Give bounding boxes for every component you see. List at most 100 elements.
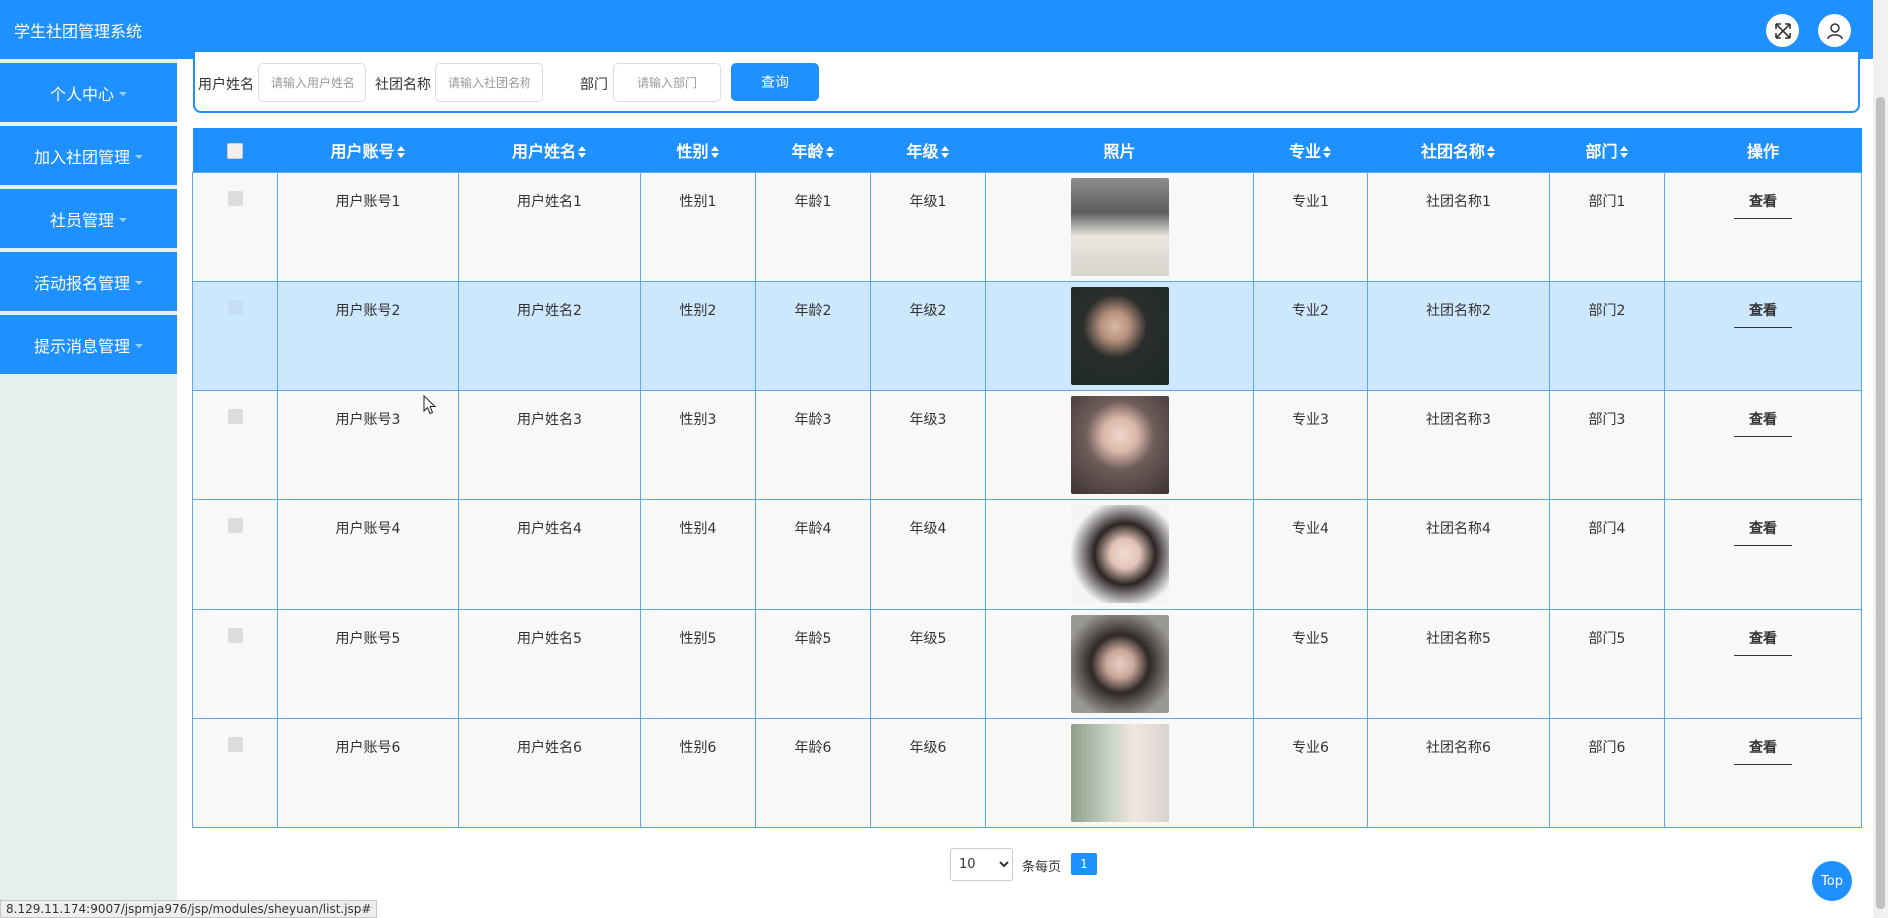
page-number-button[interactable]: 1 bbox=[1071, 853, 1097, 875]
sort-icon[interactable] bbox=[1322, 146, 1332, 159]
column-header-club[interactable]: 社团名称 bbox=[1368, 128, 1550, 172]
row-checkbox[interactable] bbox=[227, 627, 243, 643]
query-button[interactable]: 查询 bbox=[731, 63, 819, 101]
header-label: 年级 bbox=[906, 141, 939, 161]
sort-icon[interactable] bbox=[710, 146, 720, 159]
fullscreen-button[interactable] bbox=[1766, 14, 1799, 47]
header-label: 用户账号 bbox=[330, 141, 395, 161]
age-cell: 年龄1 bbox=[755, 171, 871, 282]
account-cell: 用户账号2 bbox=[277, 280, 459, 392]
view-button[interactable]: 查看 bbox=[1734, 409, 1792, 438]
user-button[interactable] bbox=[1818, 14, 1851, 47]
sidebar-item-personal-center[interactable]: 个人中心 bbox=[0, 63, 177, 122]
gender-cell: 性别1 bbox=[640, 171, 756, 282]
row-checkbox[interactable] bbox=[227, 518, 243, 534]
sort-icon[interactable] bbox=[940, 146, 950, 159]
mouse-cursor-icon bbox=[423, 395, 437, 415]
sort-icon[interactable] bbox=[577, 146, 587, 159]
table-row[interactable]: 用户账号4 用户姓名4 性别4 年龄4 年级4 专业4 社团名称4 部门4 查看 bbox=[192, 499, 1862, 610]
page-size-select[interactable]: 10 bbox=[950, 848, 1013, 881]
actions-cell: 查看 bbox=[1664, 171, 1862, 282]
view-button[interactable]: 查看 bbox=[1734, 518, 1792, 547]
actions-cell: 查看 bbox=[1664, 280, 1862, 392]
club-cell: 社团名称5 bbox=[1367, 608, 1550, 719]
major-cell: 专业4 bbox=[1253, 499, 1368, 610]
row-checkbox[interactable] bbox=[227, 736, 243, 752]
club-cell: 社团名称3 bbox=[1367, 390, 1550, 501]
table-header-row: 用户账号 用户姓名 性别 年龄 年级 照片 专业 社团名称 部门 操作 bbox=[192, 128, 1862, 172]
dept-cell: 部门2 bbox=[1549, 280, 1665, 392]
photo-cell bbox=[985, 390, 1254, 501]
scrollbar-thumb[interactable] bbox=[1876, 97, 1885, 909]
caret-down-icon bbox=[135, 154, 143, 159]
club-name-search-input[interactable] bbox=[435, 63, 543, 102]
major-cell: 专业1 bbox=[1253, 171, 1368, 282]
gender-cell: 性别3 bbox=[640, 390, 756, 501]
members-table: 用户账号 用户姓名 性别 年龄 年级 照片 专业 社团名称 部门 操作 用户账号… bbox=[192, 128, 1862, 829]
column-header-major[interactable]: 专业 bbox=[1254, 128, 1368, 172]
photo-cell bbox=[985, 171, 1254, 282]
caret-down-icon bbox=[119, 217, 127, 222]
sort-icon[interactable] bbox=[825, 146, 835, 159]
column-header-gender[interactable]: 性别 bbox=[641, 128, 756, 172]
account-cell: 用户账号6 bbox=[277, 717, 459, 829]
view-button[interactable]: 查看 bbox=[1734, 628, 1792, 656]
column-header-name[interactable]: 用户姓名 bbox=[459, 128, 641, 172]
view-button[interactable]: 查看 bbox=[1734, 737, 1792, 765]
account-cell: 用户账号4 bbox=[277, 499, 459, 610]
table-row[interactable]: 用户账号3 用户姓名3 性别3 年龄3 年级3 专业3 社团名称3 部门3 查看 bbox=[192, 390, 1862, 501]
member-photo bbox=[1070, 505, 1169, 604]
sidebar-item-activity-signup[interactable]: 活动报名管理 bbox=[0, 252, 177, 311]
column-header-dept[interactable]: 部门 bbox=[1550, 128, 1665, 172]
member-photo bbox=[1070, 177, 1169, 276]
account-cell: 用户账号5 bbox=[277, 608, 459, 719]
dept-label: 部门 bbox=[580, 77, 608, 93]
grade-cell: 年级1 bbox=[870, 171, 986, 282]
row-checkbox[interactable] bbox=[227, 409, 243, 425]
grade-cell: 年级4 bbox=[870, 499, 986, 610]
column-header-grade[interactable]: 年级 bbox=[871, 128, 986, 172]
sidebar-item-label: 加入社团管理 bbox=[33, 147, 130, 167]
column-header-age[interactable]: 年龄 bbox=[756, 128, 871, 172]
table-row[interactable]: 用户账号6 用户姓名6 性别6 年龄6 年级6 专业6 社团名称6 部门6 查看 bbox=[192, 717, 1862, 829]
page-scrollbar[interactable] bbox=[1873, 0, 1888, 918]
row-checkbox[interactable] bbox=[227, 190, 243, 206]
header-label: 操作 bbox=[1746, 141, 1779, 161]
actions-cell: 查看 bbox=[1664, 608, 1862, 719]
row-select-cell bbox=[192, 171, 278, 282]
major-cell: 专业6 bbox=[1253, 717, 1368, 829]
table-row[interactable]: 用户账号5 用户姓名5 性别5 年龄5 年级5 专业5 社团名称5 部门5 查看 bbox=[192, 608, 1862, 719]
sidebar: 个人中心 加入社团管理 社员管理 活动报名管理 提示消息管理 bbox=[0, 59, 177, 918]
age-cell: 年龄2 bbox=[755, 280, 871, 392]
age-cell: 年龄6 bbox=[755, 717, 871, 829]
sort-icon[interactable] bbox=[1486, 146, 1496, 159]
sort-icon[interactable] bbox=[1619, 146, 1629, 159]
status-bar-url: 8.129.11.174:9007/jspmja976/jsp/modules/… bbox=[0, 900, 378, 918]
select-all-checkbox[interactable] bbox=[227, 142, 243, 159]
column-header-account[interactable]: 用户账号 bbox=[278, 128, 459, 172]
username-label: 用户姓名 bbox=[198, 77, 254, 93]
account-cell: 用户账号1 bbox=[277, 171, 459, 282]
sidebar-item-members[interactable]: 社员管理 bbox=[0, 189, 177, 248]
table-row[interactable]: 用户账号1 用户姓名1 性别1 年龄1 年级1 专业1 社团名称1 部门1 查看 bbox=[192, 171, 1862, 282]
header-label: 年龄 bbox=[791, 141, 824, 161]
sidebar-item-join-club[interactable]: 加入社团管理 bbox=[0, 126, 177, 185]
username-search-input[interactable] bbox=[258, 63, 366, 102]
major-cell: 专业3 bbox=[1253, 390, 1368, 501]
sidebar-item-notifications[interactable]: 提示消息管理 bbox=[0, 315, 177, 374]
club-name-label: 社团名称 bbox=[375, 77, 431, 93]
grade-cell: 年级3 bbox=[870, 390, 986, 501]
gender-cell: 性别5 bbox=[640, 608, 756, 719]
actions-cell: 查看 bbox=[1664, 499, 1862, 610]
view-button[interactable]: 查看 bbox=[1734, 300, 1792, 328]
table-row[interactable]: 用户账号2 用户姓名2 性别2 年龄2 年级2 专业2 社团名称2 部门2 查看 bbox=[192, 280, 1862, 392]
per-page-label: 条每页 bbox=[1022, 860, 1062, 875]
dept-search-input[interactable] bbox=[613, 63, 721, 102]
sort-icon[interactable] bbox=[396, 146, 406, 159]
row-checkbox[interactable] bbox=[227, 299, 243, 315]
age-cell: 年龄5 bbox=[755, 608, 871, 719]
view-button[interactable]: 查看 bbox=[1734, 191, 1792, 219]
back-to-top-button[interactable]: Top bbox=[1812, 861, 1852, 901]
row-select-cell bbox=[192, 717, 278, 829]
header-label: 社团名称 bbox=[1420, 141, 1485, 161]
